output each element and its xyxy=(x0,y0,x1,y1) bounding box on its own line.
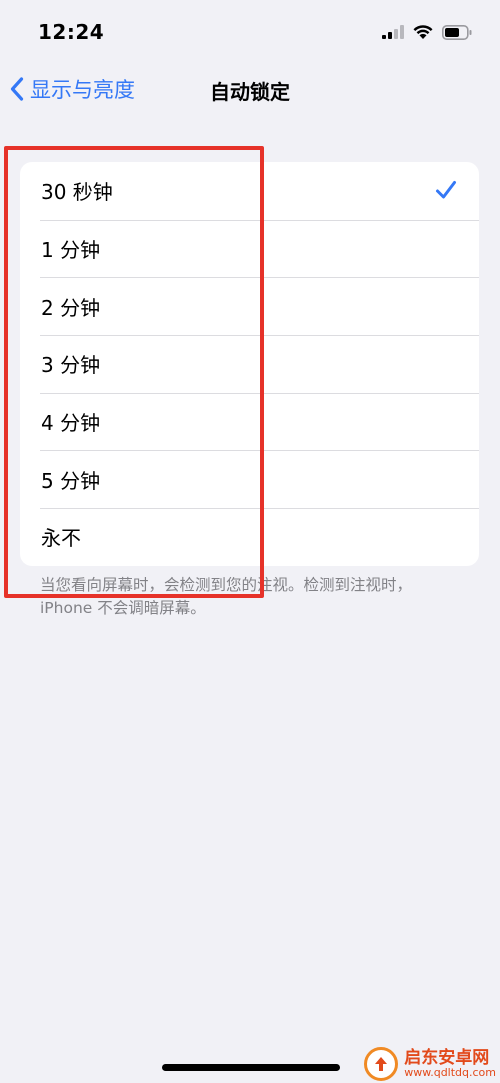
watermark-url: www.qdltdq.com xyxy=(404,1066,496,1080)
watermark-text: 启东安卓网 www.qdltdq.com xyxy=(404,1047,496,1080)
checkmark-icon xyxy=(436,181,456,199)
watermark-title: 启东安卓网 xyxy=(404,1047,490,1068)
status-icons xyxy=(382,22,472,42)
highlight-annotation-box xyxy=(4,146,264,598)
wifi-icon xyxy=(413,25,433,39)
page-title: 自动锁定 xyxy=(210,80,290,104)
status-bar: 12:24 xyxy=(0,0,500,64)
navigation-bar: 显示与亮度 自动锁定 xyxy=(0,64,500,114)
cellular-signal-icon xyxy=(382,25,404,39)
battery-icon xyxy=(442,24,472,40)
watermark: 启东安卓网 www.qdltdq.com xyxy=(364,1047,496,1081)
home-indicator[interactable] xyxy=(162,1064,340,1071)
status-time: 12:24 xyxy=(38,20,105,44)
watermark-logo-icon xyxy=(364,1047,399,1081)
